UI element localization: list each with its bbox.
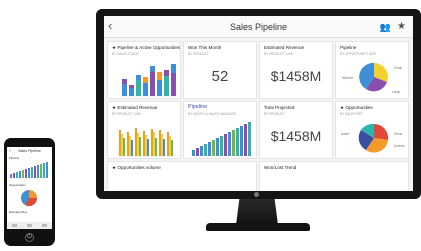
tile-won-lost-trend[interactable]: Won/Lost Trend [259, 161, 409, 191]
tile-subtitle: BY PRODUCT [264, 112, 285, 116]
page-title: Sales Pipeline [229, 22, 288, 32]
tile-estimated-revenue-chart[interactable]: ★ Estimated Revenue BY PRODUCT LINE [107, 101, 181, 159]
phone-section-label: Estimated Rev [9, 210, 28, 214]
tile-opportunities-by-rep[interactable]: ★ Opportunities BY SALES REP Adam Stone … [335, 101, 409, 159]
pie-label: Andrew [394, 144, 405, 148]
kpi-value: $1458M [270, 128, 322, 144]
pie-label: Stone [394, 132, 403, 136]
grouped-bar-chart [118, 128, 178, 157]
phone-pie-chart [21, 190, 38, 207]
stacked-bar-chart [120, 64, 178, 97]
pie-label: Medium [342, 76, 354, 80]
monitor-base [206, 223, 310, 231]
tile-pipeline-active-opportunities[interactable]: ★ Pipeline & Active Opportunities BY SAL… [107, 41, 181, 99]
pie-chart [358, 123, 389, 153]
tile-pipeline-by-month[interactable]: Pipeline BY MONTH & SALES MANAGER [183, 101, 257, 159]
tile-total-projected[interactable]: Total Projected BY PRODUCT $1458M [259, 101, 333, 159]
tile-title: Total Projected [264, 105, 295, 110]
app-header: ‹ Sales Pipeline 👥 ★ [104, 16, 413, 38]
bar-group [120, 64, 178, 97]
tile-estimated-revenue-kpi[interactable]: Estimated Revenue BY PRODUCT LINE $1458M [259, 41, 333, 99]
desktop-monitor: ‹ Sales Pipeline 👥 ★ ★ Pipeline & Active… [96, 9, 421, 199]
nav-icon[interactable] [27, 224, 32, 227]
tile-title: ★ Opportunities volume [112, 165, 161, 170]
tile-won-this-month[interactable]: Won This Month BY PRODUCT 52 [183, 41, 257, 99]
power-indicator [254, 192, 259, 197]
tile-title: Estimated Revenue [264, 45, 305, 50]
monitor-neck [236, 199, 278, 225]
dashboard-screen: ‹ Sales Pipeline 👥 ★ ★ Pipeline & Active… [104, 16, 413, 191]
tile-title: Won/Lost Trend [264, 165, 297, 170]
device-showcase: ‹ Sales Pipeline 👥 ★ ★ Pipeline & Active… [0, 0, 421, 251]
phone-screen: ‹ Sales Pipeline Pipeline Opportunities [7, 147, 52, 229]
rising-bar-chart [192, 122, 251, 156]
tile-title: Won This Month [188, 45, 222, 50]
star-icon[interactable]: ★ [397, 21, 406, 32]
nav-icon[interactable] [12, 224, 17, 227]
kpi-value: 52 [211, 68, 229, 85]
pie-label: Small [394, 66, 402, 70]
tile-grid: ★ Pipeline & Active Opportunities BY SAL… [107, 41, 410, 191]
phone-bar-chart [10, 162, 48, 178]
people-icon[interactable]: 👥 [380, 22, 391, 33]
pie-label: Large [392, 90, 401, 94]
kpi-value: $1458M [270, 68, 322, 84]
phone-title: Sales Pipeline [18, 149, 41, 153]
tile-pipeline-by-size[interactable]: Pipeline BY OPPORTUNITY SIZE Small Mediu… [335, 41, 409, 99]
tile-opportunities-volume[interactable]: ★ Opportunities volume [107, 161, 257, 191]
power-icon[interactable]: ⏻ [25, 233, 34, 242]
nav-icon[interactable] [42, 224, 47, 227]
smartphone: ‹ Sales Pipeline Pipeline Opportunities [4, 138, 55, 246]
tile-subtitle: BY PRODUCT [188, 52, 209, 56]
pie-label: Adam [341, 132, 350, 136]
phone-bottom-nav [7, 222, 52, 229]
tile-subtitle: BY PRODUCT LINE [264, 52, 293, 56]
